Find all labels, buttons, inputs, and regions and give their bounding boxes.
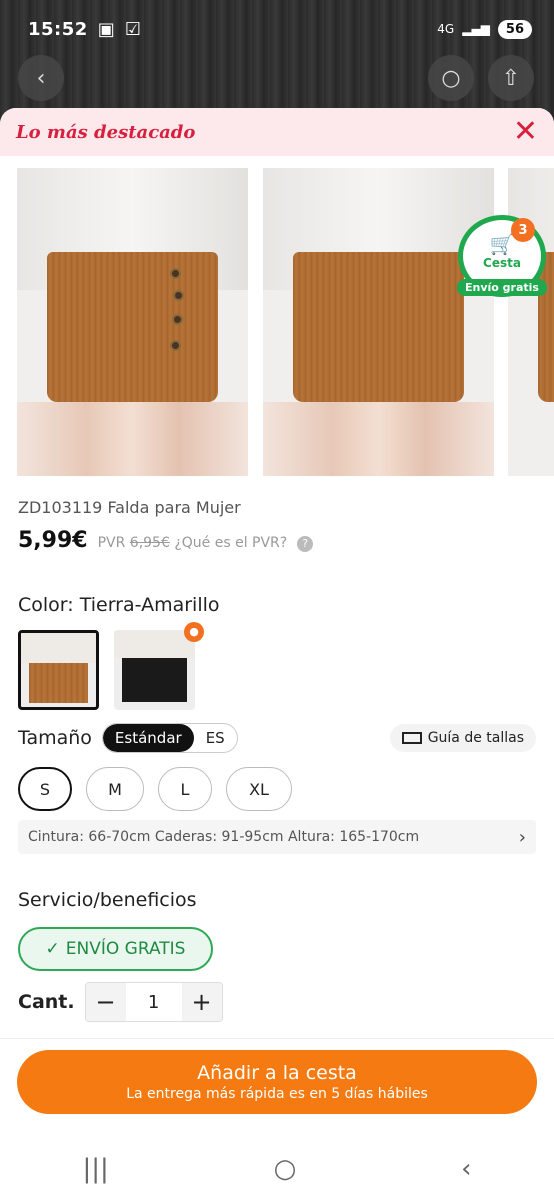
toggle-standard[interactable]: Estándar	[102, 724, 194, 752]
close-icon[interactable]: ✕	[513, 117, 538, 147]
ruler-icon	[401, 732, 422, 744]
pvr-text: PVR 6,95€ ¿Qué es el PVR?	[97, 535, 288, 551]
size-system-toggle[interactable]: Estándar ES	[101, 723, 238, 753]
quantity-row: Cant. − 1 +	[18, 982, 223, 1022]
network-label: 4G	[437, 22, 455, 36]
measurements-text: Cintura: 66-70cm Caderas: 91-95cm Altura…	[28, 829, 420, 845]
size-label: Tamaño	[18, 727, 92, 749]
chevron-right-icon: ›	[518, 826, 526, 848]
free-shipping-tag: Envío gratis	[457, 279, 547, 296]
size-options: S M L XL	[18, 767, 292, 811]
check-icon: ☑	[124, 18, 141, 40]
recents-icon[interactable]: |||	[82, 1154, 108, 1184]
cart-count-badge: 3	[511, 218, 535, 242]
decrement-button[interactable]: −	[85, 983, 126, 1021]
color-swatch-black[interactable]	[114, 630, 195, 710]
size-measurements[interactable]: Cintura: 66-70cm Caderas: 91-95cm Altura…	[18, 820, 536, 854]
sheet-title: Lo más destacado	[16, 121, 196, 143]
delivery-note: La entrega más rápida es en 5 días hábil…	[126, 1086, 428, 1102]
size-option-s[interactable]: S	[18, 767, 72, 811]
search-button[interactable]: ○	[428, 55, 474, 101]
home-icon[interactable]: ○	[274, 1154, 297, 1184]
free-shipping-chip: ✓ ENVÍO GRATIS	[18, 927, 213, 971]
search-icon: ○	[441, 65, 461, 91]
size-guide-label: Guía de tallas	[427, 730, 524, 746]
pvr-question[interactable]: ¿Qué es el PVR?	[174, 535, 287, 551]
pvr-value: 6,95€	[129, 535, 170, 551]
quantity-value[interactable]: 1	[126, 983, 182, 1021]
fire-icon: ●	[184, 622, 204, 642]
product-price: 5,99€	[18, 528, 88, 553]
divider	[0, 1038, 554, 1039]
signal-icon: ▂▄▆	[462, 22, 490, 36]
increment-button[interactable]: +	[181, 983, 222, 1021]
add-to-cart-label: Añadir a la cesta	[197, 1062, 357, 1084]
share-button[interactable]: ⇧	[488, 55, 534, 101]
battery-indicator: 56	[497, 19, 532, 39]
highlight-sheet: Lo más destacado ✕ 3 🛒 Cesta Envío grati…	[0, 108, 554, 1200]
cart-label: Cesta	[483, 256, 521, 270]
product-image-front[interactable]	[17, 168, 248, 476]
screen-record-icon: ▣	[97, 18, 115, 40]
product-image-partial[interactable]	[508, 168, 554, 476]
size-option-l[interactable]: L	[158, 767, 212, 811]
back-nav-icon[interactable]: ‹	[461, 1154, 471, 1184]
free-shipping-label: ENVÍO GRATIS	[65, 939, 186, 959]
quantity-label: Cant.	[18, 991, 75, 1013]
check-icon: ✓	[45, 939, 60, 959]
back-button[interactable]: ‹	[18, 55, 64, 101]
floating-cart-button[interactable]: 3 🛒 Cesta Envío gratis	[457, 215, 547, 297]
toggle-es[interactable]: ES	[194, 724, 237, 752]
size-guide-button[interactable]: Guía de tallas	[389, 724, 536, 752]
cart-icon: 🛒	[489, 232, 515, 256]
color-label: Color: Tierra-Amarillo	[18, 594, 220, 616]
price-row: 5,99€ PVR 6,95€ ¿Qué es el PVR? ?	[18, 528, 314, 553]
help-icon[interactable]: ?	[297, 536, 314, 552]
add-to-cart-button[interactable]: Añadir a la cesta La entrega más rápida …	[17, 1050, 537, 1114]
android-nav-bar: ||| ○ ‹	[0, 1138, 554, 1200]
image-gallery[interactable]	[17, 168, 554, 476]
service-label: Servicio/beneficios	[18, 889, 197, 911]
product-title: ZD103119 Falda para Mujer	[18, 498, 241, 517]
share-icon: ⇧	[501, 65, 521, 91]
status-bar: 15:52 ▣ ☑ 4G ▂▄▆ 56	[28, 14, 532, 44]
size-option-m[interactable]: M	[86, 767, 144, 811]
quantity-stepper: − 1 +	[84, 982, 223, 1022]
sheet-header: Lo más destacado ✕	[0, 108, 554, 156]
status-time: 15:52	[28, 18, 88, 40]
size-row: Tamaño Estándar ES Guía de tallas	[18, 723, 536, 753]
size-option-xl[interactable]: XL	[226, 767, 292, 811]
back-icon: ‹	[36, 65, 46, 91]
color-swatch-brown[interactable]	[18, 630, 99, 710]
product-image-back[interactable]	[263, 168, 494, 476]
